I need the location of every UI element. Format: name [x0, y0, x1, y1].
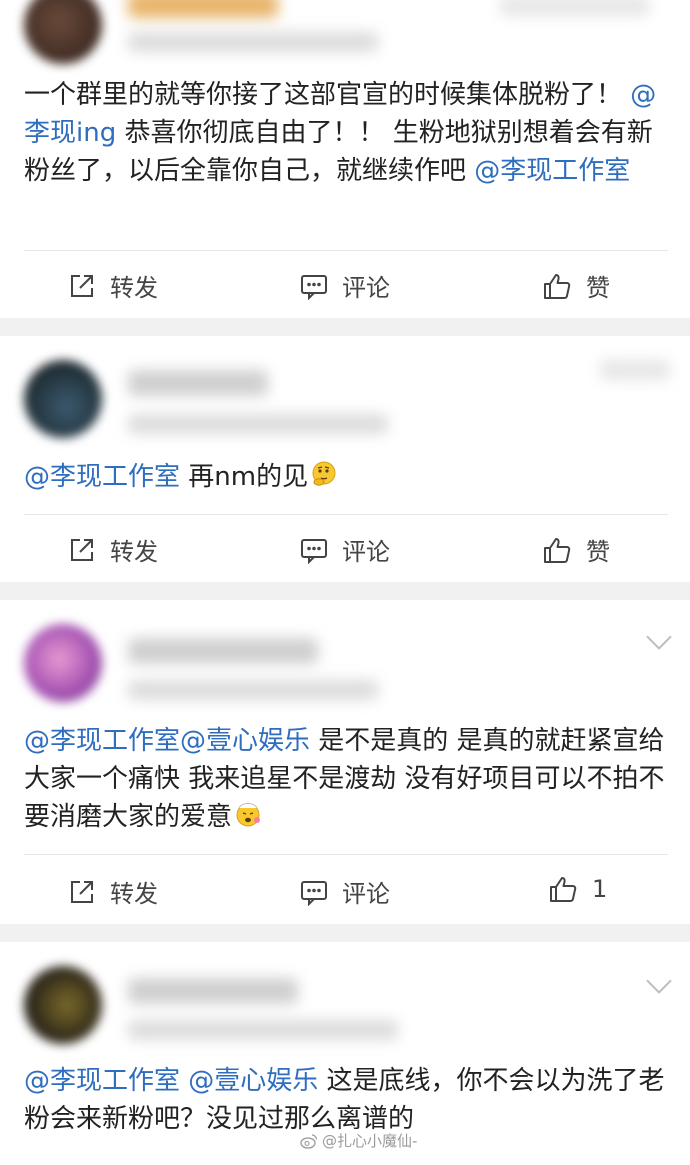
post-card-2: @李现工作室 再nm的见 转发 评论 赞: [0, 336, 690, 582]
share-icon: [71, 274, 93, 297]
thumbs-up-icon: [550, 877, 577, 902]
repost-button[interactable]: 转发: [68, 874, 158, 909]
share-icon: [71, 880, 93, 903]
mention-link[interactable]: @李现工作室: [474, 156, 630, 186]
mention-link[interactable]: @李现工作室@壹心娱乐: [24, 726, 310, 756]
post-meta-blurred: [128, 414, 388, 434]
post-card-3: @李现工作室@壹心娱乐 是不是真的 是真的就赶紧宣给大家一个痛快 我来追星不是渡…: [0, 600, 690, 924]
comment-label: 评论: [342, 274, 390, 302]
avatar[interactable]: [24, 966, 102, 1044]
comment-label: 评论: [342, 880, 390, 908]
username-blurred[interactable]: [128, 0, 278, 18]
post-body: @李现工作室@壹心娱乐 是不是真的 是真的就赶紧宣给大家一个痛快 我来追星不是渡…: [24, 722, 674, 836]
post-card-4: @李现工作室 @壹心娱乐 这是底线，你不会以为洗了老粉会来新粉吧？没见过那么离谱…: [0, 942, 690, 1165]
repost-button[interactable]: 转发: [68, 532, 158, 567]
divider: [24, 854, 668, 855]
avatar[interactable]: [24, 360, 102, 438]
chevron-down-icon[interactable]: [646, 968, 672, 994]
like-button[interactable]: 1: [548, 874, 607, 904]
post-body: @李现工作室 @壹心娱乐 这是底线，你不会以为洗了老粉会来新粉吧？没见过那么离谱…: [24, 1062, 674, 1138]
header-blurred: [500, 0, 650, 16]
repost-label: 转发: [110, 274, 158, 302]
exploding-head-emoji: [236, 803, 261, 827]
comment-button[interactable]: 评论: [300, 268, 390, 303]
comment-icon: [301, 538, 327, 564]
mention-link[interactable]: @李现工作室: [24, 462, 180, 492]
post-meta-blurred: [128, 32, 378, 52]
repost-label: 转发: [110, 538, 158, 566]
weibo-logo-icon: [300, 1133, 318, 1149]
post-meta-blurred: [128, 680, 378, 700]
post-meta-blurred: [128, 1020, 398, 1040]
like-label: 赞: [586, 274, 610, 302]
comment-icon: [301, 880, 327, 906]
post-card-1: 一个群里的就等你接了这部官宣的时候集体脱粉了！ @李现ing 恭喜你彻底自由了！…: [0, 0, 690, 318]
username-blurred[interactable]: [128, 978, 298, 1004]
like-count: 1: [592, 875, 608, 903]
avatar[interactable]: [24, 624, 102, 702]
comment-label: 评论: [342, 538, 390, 566]
post-body: @李现工作室 再nm的见: [24, 458, 674, 496]
divider: [24, 514, 668, 515]
watermark: @扎心小魔仙-: [300, 1130, 417, 1151]
mention-link[interactable]: @李现工作室 @壹心娱乐: [24, 1066, 318, 1096]
repost-button[interactable]: 转发: [68, 268, 158, 303]
post-body: 一个群里的就等你接了这部官宣的时候集体脱粉了！ @李现ing 恭喜你彻底自由了！…: [24, 76, 674, 190]
body-text: 一个群里的就等你接了这部官宣的时候集体脱粉了！: [24, 80, 631, 110]
thumbs-up-icon: [544, 537, 571, 563]
comment-icon: [301, 274, 327, 300]
thumbs-up-icon: [544, 273, 571, 299]
avatar[interactable]: [24, 0, 102, 64]
thinking-face-emoji: [312, 461, 336, 486]
body-text: 再nm的见: [180, 462, 309, 492]
share-icon: [71, 538, 93, 561]
repost-label: 转发: [110, 880, 158, 908]
like-button[interactable]: 赞: [542, 268, 610, 303]
like-button[interactable]: 赞: [542, 532, 610, 567]
like-label: 赞: [586, 538, 610, 566]
header-blurred: [600, 360, 670, 380]
username-blurred[interactable]: [128, 638, 318, 664]
watermark-text: @扎心小魔仙-: [322, 1132, 418, 1150]
divider: [24, 250, 668, 251]
chevron-down-icon[interactable]: [646, 624, 672, 650]
comment-button[interactable]: 评论: [300, 532, 390, 567]
username-blurred[interactable]: [128, 370, 268, 396]
comment-button[interactable]: 评论: [300, 874, 390, 909]
